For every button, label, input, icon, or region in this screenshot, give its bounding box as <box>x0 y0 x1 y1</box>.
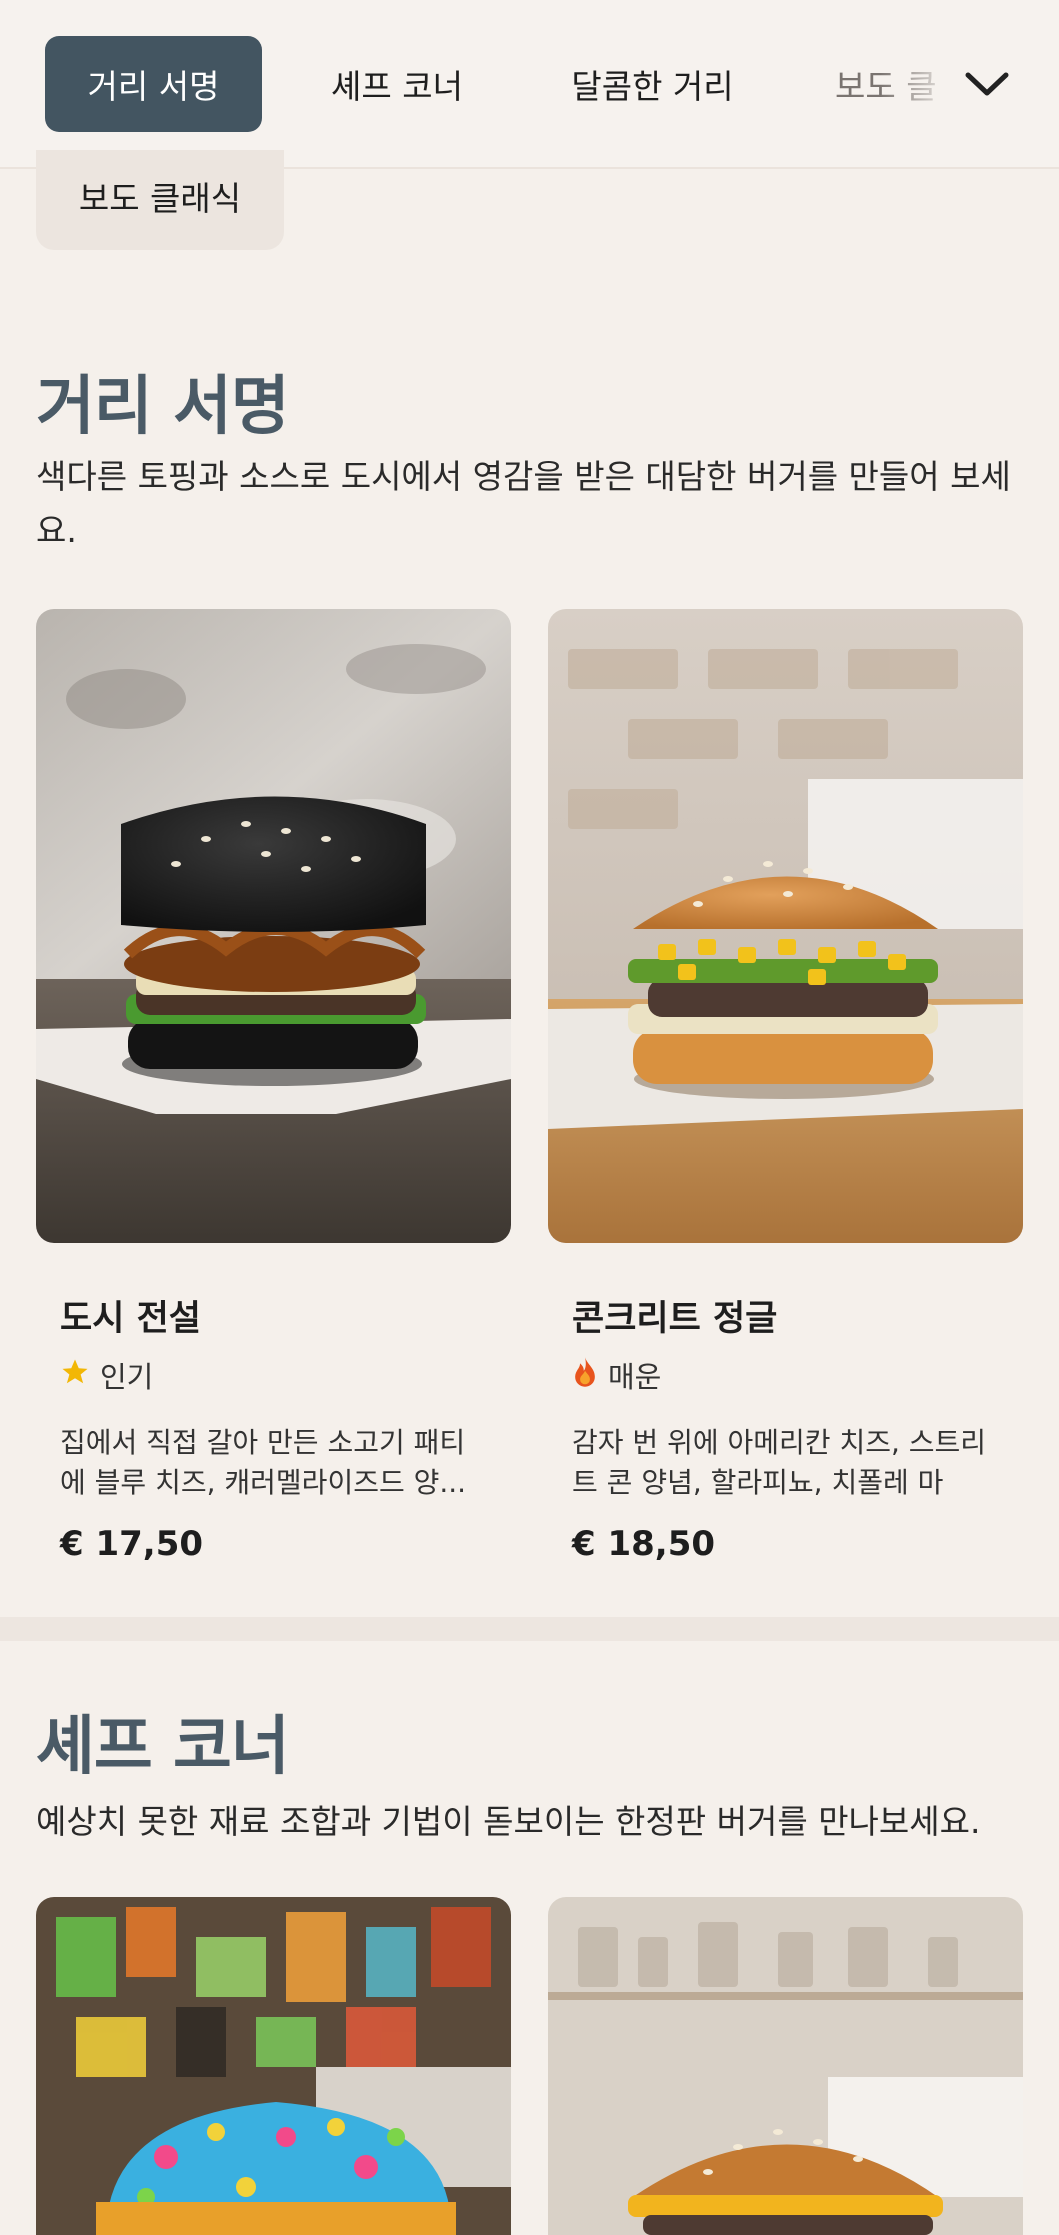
burger-image-chef-1[interactable] <box>36 1897 511 2235</box>
badge-label: 매운 <box>608 1360 662 1394</box>
flame-icon <box>572 1356 598 1395</box>
tab-sidewalk-classic-chip[interactable]: 보도 클래식 <box>36 150 284 250</box>
section-title-street-signature: 거리 서명 <box>36 370 290 444</box>
menu-page: 거리 서명 셰프 코너 달콤한 거리 보도 클 보도 클래식 거리 서명 색다른… <box>0 0 1059 2235</box>
star-icon <box>60 1357 90 1394</box>
menu-item-name[interactable]: 콘크리트 정글 <box>572 1290 777 1341</box>
tab-street-signature[interactable]: 거리 서명 <box>45 36 262 132</box>
popular-badge: 인기 <box>60 1354 153 1396</box>
burger-image-concrete-jungle[interactable] <box>548 609 1023 1243</box>
burger-image-urban-legend[interactable] <box>36 609 511 1243</box>
section-divider <box>0 1617 1059 1641</box>
spicy-badge: 매운 <box>572 1354 661 1396</box>
tab-sweet-street[interactable]: 달콤한 거리 <box>560 36 745 132</box>
tab-chef-corner[interactable]: 셰프 코너 <box>318 36 476 132</box>
section-description-street-signature: 색다른 토핑과 소스로 도시에서 영감을 받은 대담한 버거를 만들어 보세요. <box>36 457 1011 550</box>
menu-item-description: 집에서 직접 갈아 만든 소고기 패티에 블루 치즈, 캐러멜라이즈드 양... <box>60 1426 467 1499</box>
menu-item-price: € 17,50 <box>60 1524 204 1564</box>
section-description-chef-corner: 예상치 못한 재료 조합과 기법이 돋보이는 한정판 버거를 만나보세요. <box>36 1802 981 1841</box>
menu-item-description: 감자 번 위에 아메리칸 치즈, 스트리트 콘 양념, 할라피뇨, 치폴레 마요… <box>572 1426 987 1499</box>
burger-image-chef-2[interactable] <box>548 1897 1023 2235</box>
category-tab-bar: 거리 서명 셰프 코너 달콤한 거리 보도 클 <box>0 0 1059 169</box>
section-title-chef-corner: 셰프 코너 <box>36 1710 290 1784</box>
badge-label: 인기 <box>100 1360 154 1394</box>
chevron-down-icon[interactable] <box>960 57 1014 111</box>
menu-item-name[interactable]: 도시 전설 <box>60 1290 201 1341</box>
menu-item-price: € 18,50 <box>572 1524 716 1564</box>
